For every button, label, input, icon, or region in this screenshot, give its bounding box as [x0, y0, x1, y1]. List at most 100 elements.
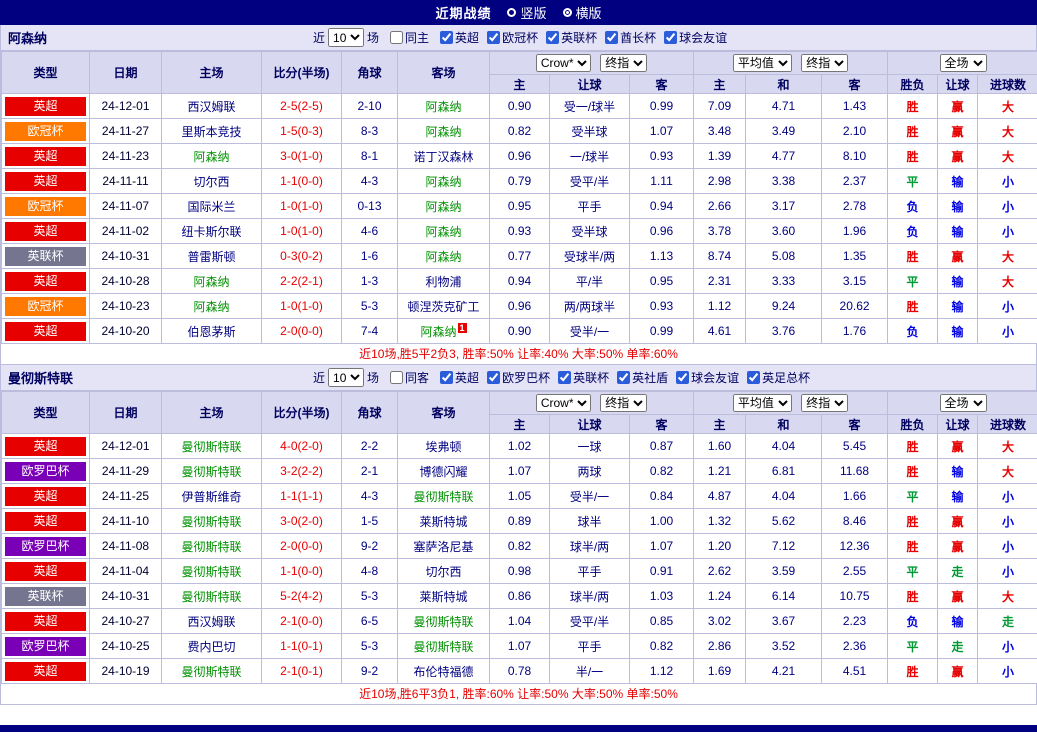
- radio-icon[interactable]: [562, 8, 572, 17]
- avg-draw: 5.08: [745, 243, 823, 269]
- league-filter-英足总杯[interactable]: 英足总杯: [743, 369, 810, 386]
- league-filter-英超[interactable]: 英超: [436, 369, 479, 386]
- team-section-man-united: 曼彻斯特联 近 10 场 同客 英超 欧罗巴杯 英联杯 英社盾 球会友谊 英足总杯 类型 …: [0, 365, 1037, 705]
- avg-home: 2.31: [693, 268, 747, 294]
- league-filters: 英超 欧冠杯 英联杯 酋长杯 球会友谊: [432, 29, 727, 46]
- home-team: 阿森纳: [161, 143, 262, 169]
- radio-icon[interactable]: [507, 8, 517, 17]
- subcol-avg-draw: 和: [745, 74, 823, 94]
- scope-select[interactable]: 全场: [939, 394, 987, 412]
- match-row: 英超 24-10-28 阿森纳 2-2(2-1) 1-3 利物浦 0.94 平/半 0.95 2.…: [1, 268, 1037, 294]
- same-venue-checkbox[interactable]: [390, 371, 404, 384]
- league-filter-球会友谊[interactable]: 球会友谊: [672, 369, 739, 386]
- result-outcome: 胜: [887, 243, 939, 269]
- average-select[interactable]: 平均值: [732, 394, 792, 412]
- recent-count-select[interactable]: 10: [328, 28, 365, 47]
- odds-handicap: 受一/球半: [549, 93, 630, 119]
- result-handicap: 输: [937, 458, 979, 484]
- match-date: 24-11-25: [89, 483, 162, 509]
- league-filter-label: 欧罗巴杯: [502, 371, 551, 385]
- scope-select[interactable]: 全场: [939, 54, 987, 72]
- league-filter-label: 球会友谊: [691, 371, 740, 385]
- subcol-handicap-result: 让球: [937, 74, 979, 94]
- league-filter-checkbox[interactable]: [440, 31, 454, 44]
- avg-away: 1.43: [821, 93, 889, 119]
- league-cell: 欧罗巴杯: [1, 458, 90, 484]
- layout-option-vertical[interactable]: 竖版: [507, 3, 547, 22]
- league-filter-英联杯[interactable]: 英联杯: [554, 369, 609, 386]
- league-filter-欧罗巴杯[interactable]: 欧罗巴杯: [483, 369, 550, 386]
- avg-draw: 3.49: [745, 118, 823, 144]
- avg-away: 8.46: [821, 508, 889, 534]
- league-filter-checkbox[interactable]: [558, 371, 572, 384]
- result-handicap: 赢: [937, 243, 979, 269]
- league-filter-checkbox[interactable]: [546, 31, 560, 44]
- odds-handicap: 两球: [549, 458, 630, 484]
- match-score: 4-0(2-0): [261, 433, 342, 459]
- odds-away: 1.07: [628, 533, 695, 559]
- corner-score: 9-2: [341, 658, 398, 684]
- odds-away: 0.82: [628, 633, 695, 659]
- bookmaker-select[interactable]: Crow*: [535, 54, 591, 72]
- odds-away: 0.95: [628, 268, 695, 294]
- league-filter-label: 英超: [455, 371, 480, 385]
- odds-home: 0.96: [489, 293, 550, 319]
- recent-count-select[interactable]: 10: [328, 368, 365, 387]
- result-handicap: 输: [937, 268, 979, 294]
- index-type-select-2[interactable]: 终指: [801, 394, 849, 412]
- result-group: 全场: [887, 51, 1037, 75]
- league-filter-酋长杯[interactable]: 酋长杯: [601, 29, 656, 46]
- league-filter-checkbox[interactable]: [664, 31, 678, 44]
- avg-away: 20.62: [821, 293, 889, 319]
- league-filter-英联杯[interactable]: 英联杯: [542, 29, 597, 46]
- league-filter-英社盾[interactable]: 英社盾: [613, 369, 668, 386]
- avg-away: 3.15: [821, 268, 889, 294]
- league-filter-球会友谊[interactable]: 球会友谊: [660, 29, 727, 46]
- league-filter-checkbox[interactable]: [487, 371, 501, 384]
- result-outcome: 平: [887, 558, 939, 584]
- match-date: 24-11-07: [89, 193, 162, 219]
- league-filter-欧冠杯[interactable]: 欧冠杯: [483, 29, 538, 46]
- match-score: 2-1(0-0): [261, 608, 342, 634]
- avg-away: 2.10: [821, 118, 889, 144]
- result-handicap: 赢: [937, 508, 979, 534]
- result-outcome: 平: [887, 483, 939, 509]
- league-filter-英超[interactable]: 英超: [436, 29, 479, 46]
- match-score: 2-2(2-1): [261, 268, 342, 294]
- result-goals: 大: [977, 93, 1037, 119]
- away-team: 切尔西: [397, 558, 490, 584]
- avg-away: 8.10: [821, 143, 889, 169]
- result-outcome: 负: [887, 608, 939, 634]
- bookmaker-select[interactable]: Crow*: [535, 394, 591, 412]
- away-team: 阿森纳: [397, 168, 490, 194]
- avg-draw: 4.77: [745, 143, 823, 169]
- result-outcome: 胜: [887, 508, 939, 534]
- league-filter-checkbox[interactable]: [747, 371, 761, 384]
- result-outcome: 胜: [887, 583, 939, 609]
- match-score: 3-0(2-0): [261, 508, 342, 534]
- index-type-select[interactable]: 终指: [600, 394, 648, 412]
- avg-away: 2.36: [821, 633, 889, 659]
- index-type-select-2[interactable]: 终指: [801, 54, 849, 72]
- avg-home: 1.21: [693, 458, 747, 484]
- same-venue-filter[interactable]: 同主: [386, 29, 429, 46]
- same-venue-filter[interactable]: 同客: [386, 369, 429, 386]
- average-select[interactable]: 平均值: [732, 54, 792, 72]
- avg-away: 2.23: [821, 608, 889, 634]
- league-filter-checkbox[interactable]: [617, 371, 631, 384]
- league-filter-checkbox[interactable]: [605, 31, 619, 44]
- league-filter-checkbox[interactable]: [487, 31, 501, 44]
- match-score: 1-1(0-0): [261, 558, 342, 584]
- league-filter-checkbox[interactable]: [676, 371, 690, 384]
- league-filter-checkbox[interactable]: [440, 371, 454, 384]
- same-venue-checkbox[interactable]: [390, 31, 404, 44]
- avg-away: 1.76: [821, 318, 889, 344]
- odds-away: 1.07: [628, 118, 695, 144]
- odds-away: 1.12: [628, 658, 695, 684]
- odds-handicap: 球半/两: [549, 583, 630, 609]
- index-type-select[interactable]: 终指: [600, 54, 648, 72]
- col-home: 主场: [161, 391, 262, 434]
- avg-draw: 3.52: [745, 633, 823, 659]
- layout-option-horizontal[interactable]: 横版: [562, 3, 602, 22]
- avg-away: 1.66: [821, 483, 889, 509]
